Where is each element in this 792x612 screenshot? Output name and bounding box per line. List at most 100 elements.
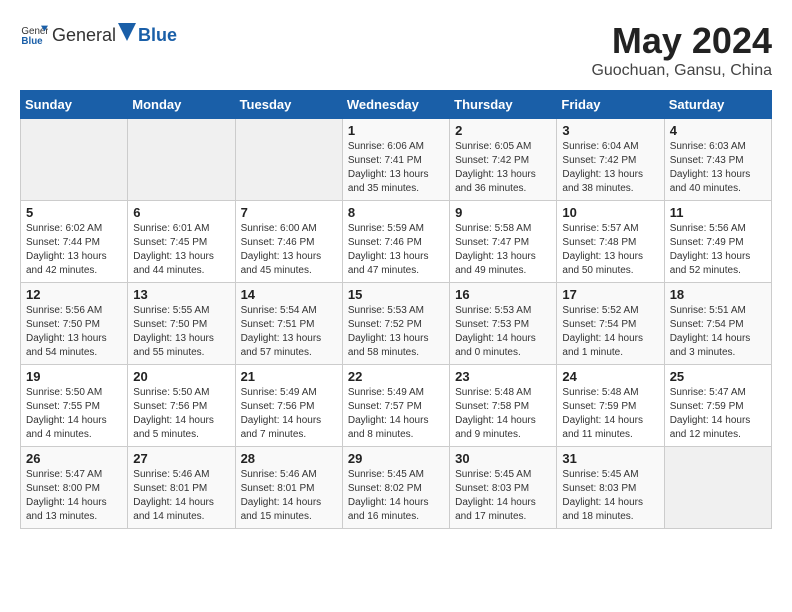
logo: General Blue General Blue [20, 20, 177, 48]
day-number: 26 [26, 451, 122, 466]
day-number: 16 [455, 287, 551, 302]
day-number: 28 [241, 451, 337, 466]
day-number: 6 [133, 205, 229, 220]
day-info: Sunrise: 5:54 AMSunset: 7:51 PMDaylight:… [241, 304, 337, 360]
day-info: Sunrise: 5:52 AMSunset: 7:54 PMDaylight:… [562, 304, 658, 360]
calendar-day-cell: 26 Sunrise: 5:47 AMSunset: 8:00 PMDayligh… [21, 447, 128, 529]
page-subtitle: Guochuan, Gansu, China [591, 62, 772, 80]
day-number: 3 [562, 123, 658, 138]
weekday-header: Wednesday [342, 91, 449, 119]
logo-icon: General Blue [20, 20, 48, 48]
day-number: 8 [348, 205, 444, 220]
logo-general-text: General [52, 25, 116, 46]
calendar-day-cell: 1Sunrise: 6:06 AMSunset: 7:41 PMDaylight… [342, 119, 449, 201]
page-title: May 2024 [591, 20, 772, 62]
calendar-week-row: 1Sunrise: 6:06 AMSunset: 7:41 PMDaylight… [21, 119, 772, 201]
weekday-header: Saturday [664, 91, 771, 119]
day-info: Sunrise: 6:03 AMSunset: 7:43 PMDaylight:… [670, 140, 766, 196]
calendar-day-cell: 15 Sunrise: 5:53 AMSunset: 7:52 PMDayligh… [342, 283, 449, 365]
day-info: Sunrise: 5:45 AMSunset: 8:03 PMDaylight:… [562, 468, 658, 524]
day-info: Sunrise: 5:46 AMSunset: 8:01 PMDaylight:… [133, 468, 229, 524]
day-number: 13 [133, 287, 229, 302]
day-number: 9 [455, 205, 551, 220]
calendar-week-row: 19Sunrise: 5:50 AMSunset: 7:55 PMDayligh… [21, 365, 772, 447]
calendar-day-cell: 7 Sunrise: 6:00 AMSunset: 7:46 PMDaylight… [235, 201, 342, 283]
day-number: 20 [133, 369, 229, 384]
calendar-day-cell: 24Sunrise: 5:48 AMSunset: 7:59 PMDayligh… [557, 365, 664, 447]
calendar-day-cell [21, 119, 128, 201]
day-number: 29 [348, 451, 444, 466]
calendar-day-cell: 8 Sunrise: 5:59 AMSunset: 7:46 PMDaylight… [342, 201, 449, 283]
day-number: 7 [241, 205, 337, 220]
day-number: 4 [670, 123, 766, 138]
calendar-day-cell: 19Sunrise: 5:50 AMSunset: 7:55 PMDayligh… [21, 365, 128, 447]
calendar-day-cell: 2 Sunrise: 6:05 AMSunset: 7:42 PMDaylight… [450, 119, 557, 201]
title-block: May 2024 Guochuan, Gansu, China [591, 20, 772, 80]
day-number: 23 [455, 369, 551, 384]
day-info: Sunrise: 6:01 AMSunset: 7:45 PMDaylight:… [133, 222, 229, 278]
calendar-day-cell [235, 119, 342, 201]
day-info: Sunrise: 5:48 AMSunset: 7:58 PMDaylight:… [455, 386, 551, 442]
calendar-table: SundayMondayTuesdayWednesdayThursdayFrid… [20, 90, 772, 529]
weekday-header: Friday [557, 91, 664, 119]
calendar-day-cell: 16 Sunrise: 5:53 AMSunset: 7:53 PMDayligh… [450, 283, 557, 365]
day-number: 11 [670, 205, 766, 220]
day-number: 17 [562, 287, 658, 302]
calendar-day-cell: 9 Sunrise: 5:58 AMSunset: 7:47 PMDaylight… [450, 201, 557, 283]
day-number: 15 [348, 287, 444, 302]
calendar-day-cell: 28 Sunrise: 5:46 AMSunset: 8:01 PMDayligh… [235, 447, 342, 529]
day-info: Sunrise: 5:51 AMSunset: 7:54 PMDaylight:… [670, 304, 766, 360]
weekday-header: Tuesday [235, 91, 342, 119]
day-number: 21 [241, 369, 337, 384]
day-info: Sunrise: 6:06 AMSunset: 7:41 PMDaylight:… [348, 140, 444, 196]
day-info: Sunrise: 5:48 AMSunset: 7:59 PMDaylight:… [562, 386, 658, 442]
calendar-day-cell: 4 Sunrise: 6:03 AMSunset: 7:43 PMDaylight… [664, 119, 771, 201]
day-number: 27 [133, 451, 229, 466]
day-number: 5 [26, 205, 122, 220]
logo-triangle-icon [118, 23, 136, 41]
day-number: 2 [455, 123, 551, 138]
calendar-day-cell: 10Sunrise: 5:57 AMSunset: 7:48 PMDayligh… [557, 201, 664, 283]
calendar-day-cell: 21Sunrise: 5:49 AMSunset: 7:56 PMDayligh… [235, 365, 342, 447]
calendar-day-cell: 13 Sunrise: 5:55 AMSunset: 7:50 PMDayligh… [128, 283, 235, 365]
day-number: 25 [670, 369, 766, 384]
day-number: 30 [455, 451, 551, 466]
day-info: Sunrise: 5:55 AMSunset: 7:50 PMDaylight:… [133, 304, 229, 360]
day-number: 18 [670, 287, 766, 302]
calendar-day-cell: 31 Sunrise: 5:45 AMSunset: 8:03 PMDayligh… [557, 447, 664, 529]
day-info: Sunrise: 5:47 AMSunset: 8:00 PMDaylight:… [26, 468, 122, 524]
calendar-week-row: 5Sunrise: 6:02 AMSunset: 7:44 PMDaylight… [21, 201, 772, 283]
day-number: 14 [241, 287, 337, 302]
day-info: Sunrise: 5:50 AMSunset: 7:55 PMDaylight:… [26, 386, 122, 442]
calendar-day-cell: 11 Sunrise: 5:56 AMSunset: 7:49 PMDayligh… [664, 201, 771, 283]
day-number: 31 [562, 451, 658, 466]
day-info: Sunrise: 5:58 AMSunset: 7:47 PMDaylight:… [455, 222, 551, 278]
calendar-day-cell [664, 447, 771, 529]
calendar-day-cell: 25 Sunrise: 5:47 AMSunset: 7:59 PMDayligh… [664, 365, 771, 447]
calendar-day-cell: 5Sunrise: 6:02 AMSunset: 7:44 PMDaylight… [21, 201, 128, 283]
calendar-day-cell [128, 119, 235, 201]
calendar-day-cell: 22Sunrise: 5:49 AMSunset: 7:57 PMDayligh… [342, 365, 449, 447]
day-info: Sunrise: 6:00 AMSunset: 7:46 PMDaylight:… [241, 222, 337, 278]
day-info: Sunrise: 5:49 AMSunset: 7:57 PMDaylight:… [348, 386, 444, 442]
calendar-day-cell: 6 Sunrise: 6:01 AMSunset: 7:45 PMDaylight… [128, 201, 235, 283]
day-info: Sunrise: 5:56 AMSunset: 7:49 PMDaylight:… [670, 222, 766, 278]
day-info: Sunrise: 6:05 AMSunset: 7:42 PMDaylight:… [455, 140, 551, 196]
calendar-week-row: 26 Sunrise: 5:47 AMSunset: 8:00 PMDayligh… [21, 447, 772, 529]
calendar-day-cell: 27 Sunrise: 5:46 AMSunset: 8:01 PMDayligh… [128, 447, 235, 529]
day-info: Sunrise: 5:45 AMSunset: 8:02 PMDaylight:… [348, 468, 444, 524]
page-header: General Blue General Blue May 2024 Guoch… [20, 20, 772, 80]
calendar-day-cell: 18 Sunrise: 5:51 AMSunset: 7:54 PMDayligh… [664, 283, 771, 365]
calendar-day-cell: 23 Sunrise: 5:48 AMSunset: 7:58 PMDayligh… [450, 365, 557, 447]
day-info: Sunrise: 5:53 AMSunset: 7:53 PMDaylight:… [455, 304, 551, 360]
calendar-day-cell: 3Sunrise: 6:04 AMSunset: 7:42 PMDaylight… [557, 119, 664, 201]
day-info: Sunrise: 5:59 AMSunset: 7:46 PMDaylight:… [348, 222, 444, 278]
calendar-day-cell: 20Sunrise: 5:50 AMSunset: 7:56 PMDayligh… [128, 365, 235, 447]
weekday-header: Sunday [21, 91, 128, 119]
day-info: Sunrise: 5:45 AMSunset: 8:03 PMDaylight:… [455, 468, 551, 524]
day-info: Sunrise: 5:47 AMSunset: 7:59 PMDaylight:… [670, 386, 766, 442]
calendar-week-row: 12Sunrise: 5:56 AMSunset: 7:50 PMDayligh… [21, 283, 772, 365]
day-info: Sunrise: 5:53 AMSunset: 7:52 PMDaylight:… [348, 304, 444, 360]
day-info: Sunrise: 5:46 AMSunset: 8:01 PMDaylight:… [241, 468, 337, 524]
calendar-day-cell: 14 Sunrise: 5:54 AMSunset: 7:51 PMDayligh… [235, 283, 342, 365]
